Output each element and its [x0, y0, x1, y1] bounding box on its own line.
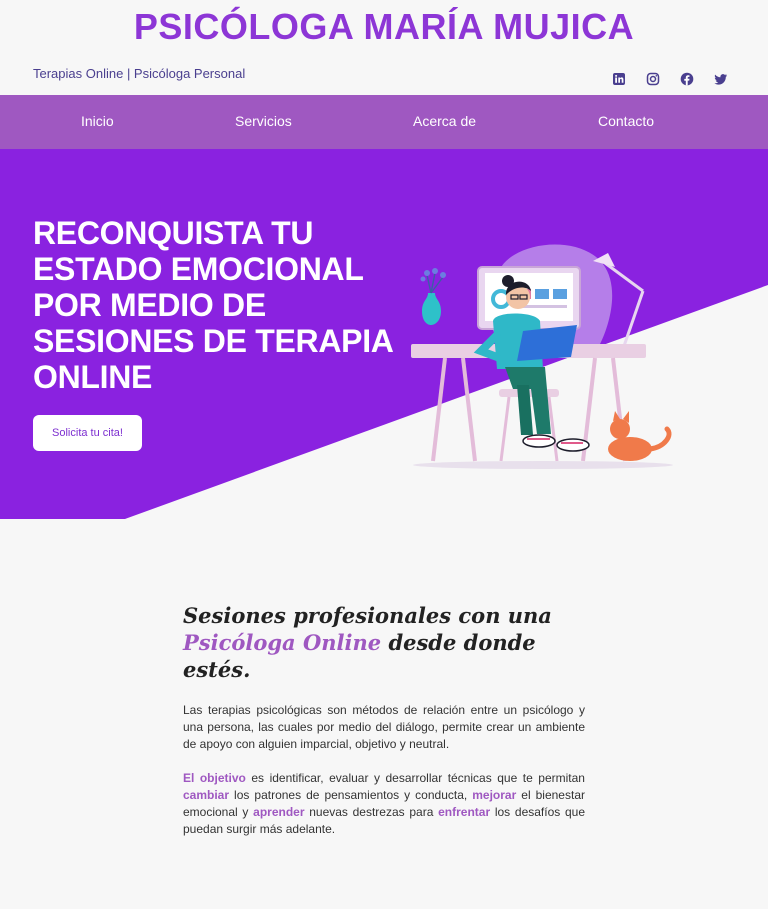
intro-heading: Sesiones profesionales con una Psicóloga…	[183, 602, 585, 683]
facebook-icon[interactable]	[680, 72, 694, 86]
linkedin-icon[interactable]	[612, 72, 626, 86]
therapist-illustration	[411, 244, 673, 469]
nav-item-inicio[interactable]: Inicio	[81, 113, 114, 129]
keyword-aprender: aprender	[253, 805, 305, 819]
keyword-enfrentar: enfrentar	[438, 805, 491, 819]
nav-item-acerca-de[interactable]: Acerca de	[413, 113, 476, 129]
nav-item-contacto[interactable]: Contacto	[598, 113, 654, 129]
site-header: PSICÓLOGA MARÍA MUJICA Terapias Online |…	[0, 0, 768, 95]
instagram-icon[interactable]	[646, 72, 660, 86]
intro-section: Sesiones profesionales con una Psicóloga…	[183, 602, 585, 838]
main-nav: Inicio Servicios Acerca de Contacto	[0, 95, 768, 149]
hero-section: RECONQUISTA TU ESTADO EMOCIONAL POR MEDI…	[0, 149, 768, 519]
intro-paragraph-2: El objetivo es identificar, evaluar y de…	[183, 770, 585, 838]
intro-paragraph-1: Las terapias psicológicas son métodos de…	[183, 703, 585, 751]
keyword-cambiar: cambiar	[183, 788, 230, 802]
hero-title: RECONQUISTA TU ESTADO EMOCIONAL POR MEDI…	[33, 215, 393, 395]
keyword-mejorar: mejorar	[472, 788, 517, 802]
nav-item-servicios[interactable]: Servicios	[235, 113, 292, 129]
intro-heading-part1: Sesiones profesionales con una	[183, 603, 552, 628]
p2-text-4: nuevas destrezas para	[304, 805, 439, 819]
keyword-objetivo: El objetivo	[183, 771, 246, 785]
social-links	[612, 72, 728, 86]
p2-text-1: es identificar, evaluar y desarrollar té…	[245, 771, 585, 785]
book-appointment-button[interactable]: Solicita tu cita!	[33, 415, 142, 451]
p2-text-2: los patrones de pensamientos y conducta,	[229, 788, 473, 802]
twitter-icon[interactable]	[714, 72, 728, 86]
site-title[interactable]: PSICÓLOGA MARÍA MUJICA	[0, 6, 768, 48]
intro-heading-highlight: Psicóloga Online	[183, 630, 382, 655]
site-tagline: Terapias Online | Psicóloga Personal	[33, 66, 246, 81]
